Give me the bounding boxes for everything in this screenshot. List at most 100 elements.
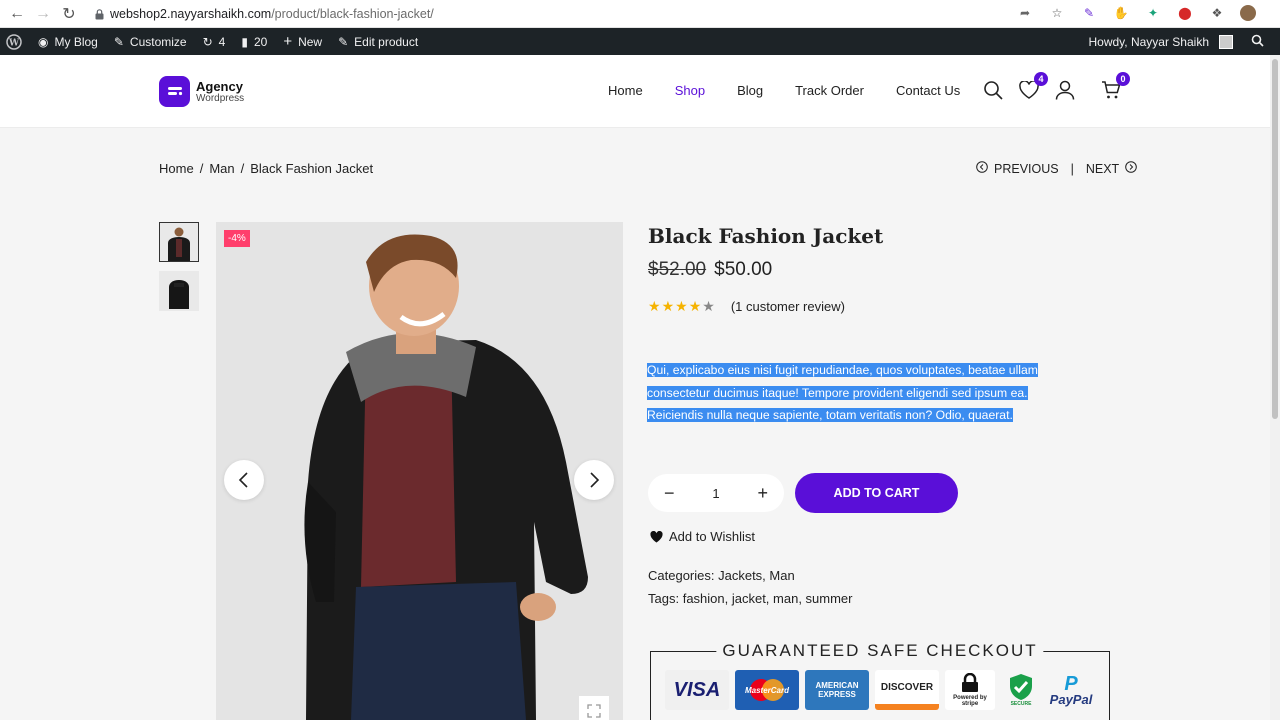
nav-shop[interactable]: Shop: [675, 83, 705, 98]
nav-track-order[interactable]: Track Order: [795, 83, 864, 98]
mastercard-logo: MasterCard: [735, 670, 799, 710]
address-bar[interactable]: webshop2.nayyarshaikh.com/product/black-…: [88, 3, 1098, 25]
star-rating: ★ ★ ★ ★ ★: [648, 298, 715, 315]
logo-title: Agency: [196, 78, 243, 94]
plus-icon: +: [283, 33, 293, 50]
next-link[interactable]: NEXT: [1086, 162, 1119, 176]
product-main-image[interactable]: [216, 222, 623, 720]
profile-avatar-icon[interactable]: [1240, 5, 1256, 21]
nav-contact-us[interactable]: Contact Us: [896, 83, 960, 98]
product-title: Black Fashion Jacket: [648, 224, 884, 248]
chevron-right-icon: [590, 472, 600, 488]
customize-link[interactable]: ✎ Customize: [106, 28, 195, 55]
gallery-thumbnail[interactable]: [159, 222, 199, 262]
edit-product-link[interactable]: ✎ Edit product: [330, 28, 426, 55]
secure-badge-logo: SECURE: [1001, 670, 1041, 710]
cart-count-badge: 0: [1116, 72, 1130, 86]
old-price: $52.00: [648, 259, 707, 280]
shield-check-icon: [1010, 674, 1032, 700]
man-in-black-jacket-illustration: [216, 222, 623, 720]
description-line: Qui, explicabo eius nisi fugit repudiand…: [647, 363, 1038, 377]
extensions-puzzle-icon[interactable]: ❖: [1208, 4, 1226, 22]
url-path: /product/black-fashion-jacket/: [271, 7, 434, 21]
logo-mark-icon: [159, 76, 190, 107]
previous-arrow-icon[interactable]: [976, 161, 988, 176]
updates-icon: ↻: [202, 34, 213, 49]
gallery-prev-button[interactable]: [224, 460, 264, 500]
breadcrumb-home[interactable]: Home: [159, 161, 194, 176]
my-blog-link[interactable]: ◉ My Blog: [30, 28, 106, 55]
description-line: Reiciendis nulla neque sapiente, totam v…: [647, 408, 1013, 423]
discover-logo: DISCOVER: [875, 670, 939, 710]
scrollbar-thumb[interactable]: [1272, 59, 1278, 419]
paypal-logo: P PayPal: [1049, 673, 1093, 707]
breadcrumb: Home / Man / Black Fashion Jacket: [159, 161, 373, 176]
browser-toolbar: ← → ↻ webshop2.nayyarshaikh.com/product/…: [0, 0, 1280, 28]
chevron-left-icon: [238, 472, 248, 488]
wp-admin-bar: W ◉ My Blog ✎ Customize ↻ 4 ▮ 20 + New ✎…: [0, 28, 1280, 55]
new-content-link[interactable]: + New: [275, 28, 330, 55]
gallery-thumbnail[interactable]: [159, 271, 199, 311]
categories-label: Categories:: [648, 568, 715, 583]
product-rating: ★ ★ ★ ★ ★ (1 customer review): [648, 298, 845, 315]
customize-label: Customize: [129, 34, 187, 49]
cart-icon[interactable]: 0: [1100, 72, 1130, 101]
next-arrow-icon[interactable]: [1125, 161, 1138, 176]
logo-subtitle: Wordpress: [196, 92, 245, 104]
dashboard-icon: ◉: [38, 34, 49, 49]
back-icon[interactable]: ←: [4, 1, 30, 27]
nav-blog[interactable]: Blog: [737, 83, 763, 98]
previous-link[interactable]: PREVIOUS: [994, 162, 1059, 176]
product-categories: Categories: Jackets, Man: [648, 568, 795, 583]
product-pagination: PREVIOUS | NEXT: [976, 161, 1138, 176]
quantity-input[interactable]: 1: [712, 486, 719, 501]
extension-hand-icon[interactable]: ✋: [1112, 4, 1130, 22]
add-to-wishlist-link[interactable]: Add to Wishlist: [650, 529, 755, 544]
minus-icon[interactable]: −: [660, 483, 679, 504]
howdy-user[interactable]: Howdy, Nayyar Shaikh: [1089, 35, 1210, 49]
bookmark-star-icon[interactable]: ☆: [1048, 4, 1066, 22]
url-domain: webshop2.nayyarshaikh.com: [110, 7, 272, 21]
review-link[interactable]: (1 customer review): [731, 299, 845, 314]
forward-icon[interactable]: →: [30, 1, 56, 27]
main-nav: Home Shop Blog Track Order Contact Us: [608, 83, 960, 98]
extension-red-icon[interactable]: ⬤: [1176, 4, 1194, 22]
wishlist-heart-icon[interactable]: 4: [1018, 72, 1048, 101]
tags-label: Tags:: [648, 591, 680, 606]
product-price: $52.00 $50.00: [648, 259, 772, 281]
site-header: Agency Wordpress Home Shop Blog Track Or…: [0, 55, 1270, 128]
search-icon[interactable]: [982, 79, 1004, 101]
extension-green-icon[interactable]: ✦: [1144, 4, 1162, 22]
reload-icon[interactable]: ↻: [56, 1, 82, 27]
edit-product-label: Edit product: [354, 34, 419, 49]
plus-icon[interactable]: +: [753, 483, 772, 504]
new-label: New: [298, 34, 323, 49]
account-user-icon[interactable]: [1054, 79, 1076, 101]
wishlist-label: Add to Wishlist: [669, 529, 755, 544]
star-filled-icon: ★: [648, 298, 661, 314]
tags-links[interactable]: fashion, jacket, man, summer: [683, 591, 853, 606]
star-empty-icon: ★: [702, 298, 715, 314]
wordpress-logo-icon[interactable]: W: [0, 28, 30, 55]
star-filled-icon: ★: [661, 298, 675, 314]
user-avatar[interactable]: [1219, 34, 1233, 49]
breadcrumb-man[interactable]: Man: [209, 161, 234, 176]
image-zoom-button[interactable]: [579, 696, 609, 720]
add-to-cart-button[interactable]: ADD TO CART: [795, 473, 958, 513]
comments-link[interactable]: ▮ 20: [233, 28, 275, 55]
description-line: consectetur ducimus itaque! Tempore prov…: [647, 385, 1028, 400]
comments-count: 20: [253, 34, 268, 49]
pagination-separator: |: [1070, 161, 1074, 176]
page-scrollbar[interactable]: [1270, 55, 1280, 720]
categories-links[interactable]: Jackets, Man: [718, 568, 795, 583]
site-logo[interactable]: Agency Wordpress: [159, 76, 244, 107]
product-short-description: Qui, explicabo eius nisi fugit repudiand…: [647, 359, 1063, 427]
extension-pen-icon[interactable]: ✎: [1080, 4, 1098, 22]
share-icon[interactable]: ➦: [1016, 4, 1034, 22]
updates-link[interactable]: ↻ 4: [195, 28, 234, 55]
gallery-next-button[interactable]: [574, 460, 614, 500]
expand-icon: [587, 704, 601, 718]
admin-search-icon[interactable]: [1251, 34, 1264, 50]
star-filled-icon: ★: [688, 298, 702, 314]
nav-home[interactable]: Home: [608, 83, 643, 98]
